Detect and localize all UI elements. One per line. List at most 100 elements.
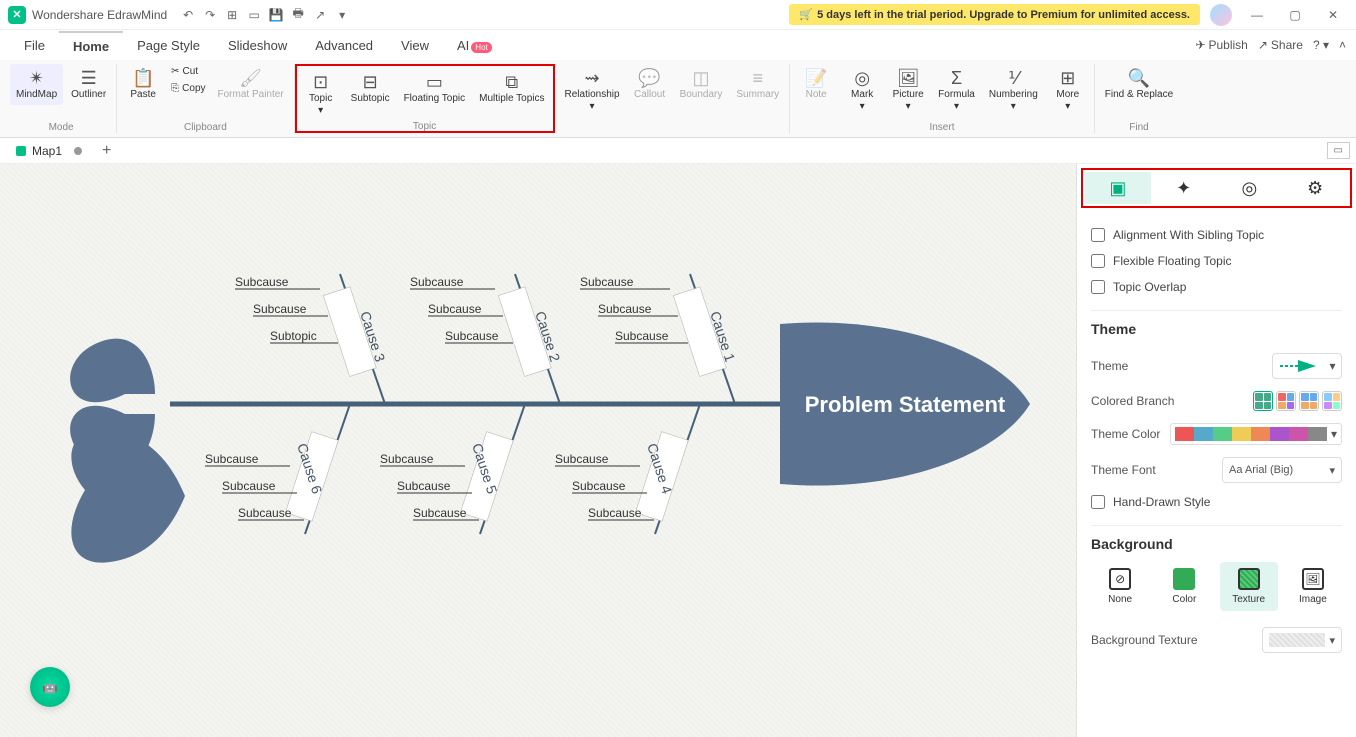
- ribbon-group-find: 🔍Find & Replace Find: [1095, 64, 1183, 133]
- assistant-fab-icon[interactable]: 🤖: [30, 667, 70, 707]
- panel-tab-style[interactable]: ✦: [1151, 172, 1217, 204]
- add-tab-icon[interactable]: +: [102, 142, 111, 160]
- mark-button[interactable]: ◎Mark▾: [840, 64, 884, 117]
- redo-icon[interactable]: ↷: [201, 6, 219, 24]
- more-qat-icon[interactable]: ▾: [333, 6, 351, 24]
- svg-text:Subcause: Subcause: [555, 452, 609, 466]
- app-logo-icon: ✕: [8, 6, 26, 24]
- panel-tab-settings[interactable]: ⚙: [1282, 172, 1348, 204]
- svg-text:Subcause: Subcause: [205, 452, 259, 466]
- numbering-button[interactable]: ⅟Numbering▾: [983, 64, 1044, 117]
- trial-banner[interactable]: 🛒 5 days left in the trial period. Upgra…: [789, 4, 1200, 25]
- publish-button[interactable]: ✈ Publish: [1195, 38, 1247, 52]
- relationship-button[interactable]: ⇝Relationship▾: [559, 64, 626, 117]
- callout-button[interactable]: 💬Callout: [628, 64, 672, 105]
- theme-selector[interactable]: ▾: [1272, 353, 1342, 379]
- doc-tab-map1[interactable]: Map1: [6, 141, 92, 161]
- maximize-icon[interactable]: ▢: [1280, 3, 1310, 27]
- cart-icon: 🛒: [799, 8, 813, 21]
- branch-opt-4[interactable]: [1322, 391, 1342, 411]
- bg-image[interactable]: 🖼Image: [1284, 562, 1342, 611]
- topic-group-label: Topic: [413, 121, 436, 132]
- print-icon[interactable]: 🖶: [289, 6, 307, 24]
- menu-home[interactable]: Home: [59, 31, 123, 60]
- paste-button[interactable]: 📋Paste: [121, 64, 165, 105]
- cut-button[interactable]: ✂ Cut: [167, 64, 209, 79]
- cause-6[interactable]: Cause 6 Subcause Subcause Subcause: [205, 404, 350, 534]
- cause-5[interactable]: Cause 5 Subcause Subcause Subcause: [380, 404, 525, 534]
- bg-texture-selector[interactable]: ▾: [1262, 627, 1342, 653]
- theme-color-picker[interactable]: ▾: [1170, 423, 1342, 445]
- branch-opt-1[interactable]: [1253, 391, 1273, 411]
- save-icon[interactable]: 💾: [267, 6, 285, 24]
- close-icon[interactable]: ✕: [1318, 3, 1348, 27]
- alignment-checkbox[interactable]: Alignment With Sibling Topic: [1091, 222, 1342, 248]
- svg-text:Subcause: Subcause: [413, 506, 467, 520]
- svg-text:Subcause: Subcause: [445, 329, 499, 343]
- subtopic-button[interactable]: ⊟Subtopic: [345, 68, 396, 109]
- user-avatar[interactable]: [1210, 4, 1232, 26]
- doc-modified-icon: [74, 147, 82, 155]
- mindmap-button[interactable]: ✴MindMap: [10, 64, 63, 105]
- menu-view[interactable]: View: [387, 32, 443, 59]
- collapse-ribbon-icon[interactable]: ˄: [1339, 38, 1346, 52]
- panel-tabs: ▣ ✦ ◎ ⚙: [1081, 168, 1352, 208]
- find-label: Find: [1129, 122, 1148, 133]
- undo-icon[interactable]: ↶: [179, 6, 197, 24]
- bg-texture[interactable]: Texture: [1220, 562, 1278, 611]
- menu-ai[interactable]: AIHot: [443, 32, 506, 59]
- panel-tab-layout[interactable]: ▣: [1085, 172, 1151, 204]
- cause-3[interactable]: Cause 3 Subcause Subcause Subtopic: [235, 274, 388, 404]
- floating-topic-button[interactable]: ▭Floating Topic: [398, 68, 472, 109]
- overlap-checkbox[interactable]: Topic Overlap: [1091, 274, 1342, 300]
- help-icon[interactable]: ? ▾: [1313, 38, 1329, 52]
- menu-page-style[interactable]: Page Style: [123, 32, 214, 59]
- export-icon[interactable]: ↗: [311, 6, 329, 24]
- more-button[interactable]: ⊞More▾: [1046, 64, 1090, 117]
- formula-button[interactable]: ΣFormula▾: [932, 64, 981, 117]
- copy-button[interactable]: ⎘ Copy: [167, 81, 209, 96]
- open-icon[interactable]: ▭: [245, 6, 263, 24]
- cause-4[interactable]: Cause 4 Subcause Subcause Subcause: [555, 404, 700, 534]
- panel-tab-mark[interactable]: ◎: [1217, 172, 1283, 204]
- note-button[interactable]: 📝Note: [794, 64, 838, 105]
- window-controls: — ▢ ✕: [1242, 3, 1348, 27]
- svg-text:Subcause: Subcause: [235, 275, 289, 289]
- multiple-topics-button[interactable]: ⧉Multiple Topics: [473, 68, 550, 109]
- fishbone-diagram[interactable]: Problem Statement Cause 1 Subcause Subca…: [0, 164, 1076, 737]
- title-bar: ✕ Wondershare EdrawMind ↶ ↷ ⊞ ▭ 💾 🖶 ↗ ▾ …: [0, 0, 1356, 30]
- canvas[interactable]: Problem Statement Cause 1 Subcause Subca…: [0, 164, 1076, 737]
- cause-1[interactable]: Cause 1 Subcause Subcause Subcause: [580, 274, 738, 404]
- document-tab-bar: Map1 + ▭: [0, 138, 1356, 164]
- menu-bar: File Home Page Style Slideshow Advanced …: [0, 30, 1356, 60]
- branch-opt-3[interactable]: [1299, 391, 1319, 411]
- problem-statement[interactable]: Problem Statement: [805, 392, 1006, 417]
- ribbon: ✴MindMap ☰Outliner Mode 📋Paste ✂ Cut ⎘ C…: [0, 60, 1356, 138]
- cause-2[interactable]: Cause 2 Subcause Subcause Subcause: [410, 274, 563, 404]
- picture-button[interactable]: 🖼Picture▾: [886, 64, 930, 117]
- bg-none[interactable]: ⊘None: [1091, 562, 1149, 611]
- bg-color[interactable]: Color: [1155, 562, 1213, 611]
- outliner-button[interactable]: ☰Outliner: [65, 64, 112, 105]
- theme-font-selector[interactable]: Aa Arial (Big)▾: [1222, 457, 1342, 483]
- topic-button[interactable]: ⊡Topic▾: [299, 68, 343, 121]
- minimize-icon[interactable]: —: [1242, 3, 1272, 27]
- menu-slideshow[interactable]: Slideshow: [214, 32, 301, 59]
- share-button[interactable]: ↗ Share: [1258, 38, 1303, 52]
- menu-advanced[interactable]: Advanced: [301, 32, 387, 59]
- panel-toggle-icon[interactable]: ▭: [1327, 142, 1350, 159]
- new-icon[interactable]: ⊞: [223, 6, 241, 24]
- ribbon-group-other: ⇝Relationship▾ 💬Callout ◫Boundary ≡Summa…: [555, 64, 791, 133]
- svg-text:Subcause: Subcause: [410, 275, 464, 289]
- clipboard-label: Clipboard: [184, 122, 227, 133]
- summary-button[interactable]: ≡Summary: [730, 64, 785, 105]
- hand-drawn-checkbox[interactable]: Hand-Drawn Style: [1091, 489, 1342, 515]
- ribbon-group-topic: ⊡Topic▾ ⊟Subtopic ▭Floating Topic ⧉Multi…: [295, 64, 555, 133]
- branch-opt-2[interactable]: [1276, 391, 1296, 411]
- find-replace-button[interactable]: 🔍Find & Replace: [1099, 64, 1179, 105]
- menu-file[interactable]: File: [10, 32, 59, 59]
- boundary-button[interactable]: ◫Boundary: [674, 64, 729, 105]
- colored-branch-options: [1253, 391, 1342, 411]
- format-painter-button[interactable]: 🖌Format Painter: [212, 64, 290, 105]
- flexible-checkbox[interactable]: Flexible Floating Topic: [1091, 248, 1342, 274]
